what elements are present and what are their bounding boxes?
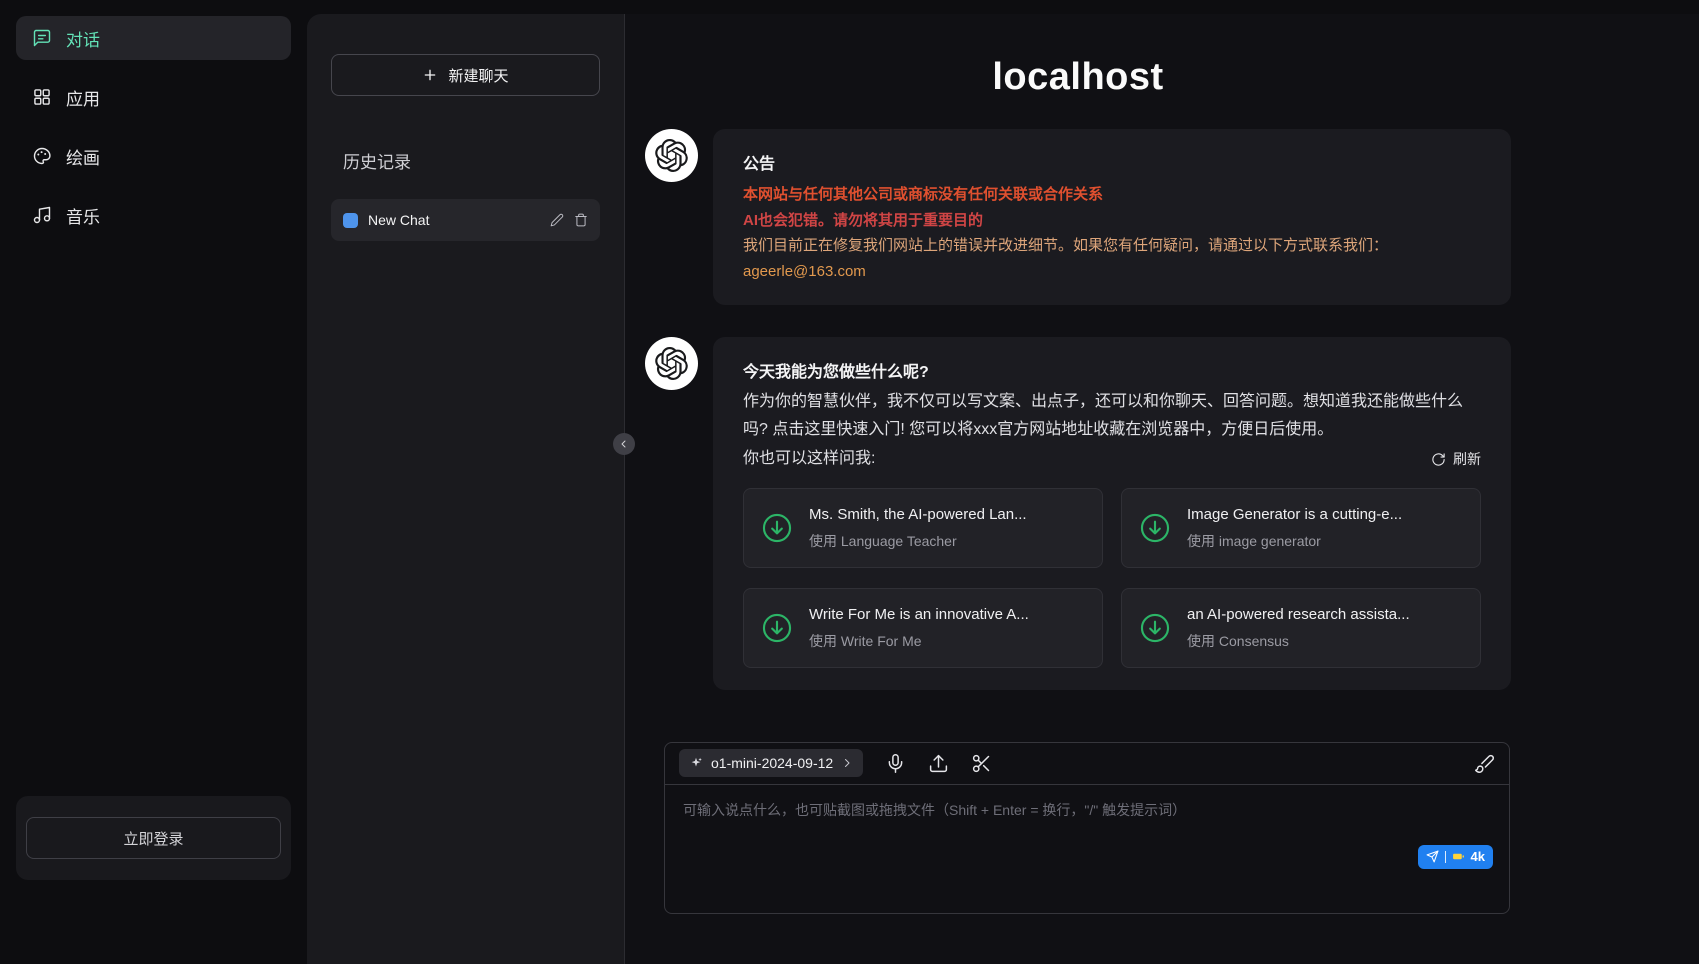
chat-item-title: New Chat bbox=[368, 212, 429, 228]
upload-icon bbox=[928, 753, 949, 774]
openai-logo-icon bbox=[655, 347, 688, 380]
assistant-avatar bbox=[645, 337, 698, 390]
composer: o1-mini-2024-09-12 bbox=[664, 742, 1510, 914]
sidebar-item-apps[interactable]: 应用 bbox=[16, 75, 291, 119]
palette-icon bbox=[32, 146, 52, 166]
composer-toolbar: o1-mini-2024-09-12 bbox=[665, 743, 1509, 785]
send-token-badge[interactable]: 4k bbox=[1418, 845, 1493, 869]
announcement-title: 公告 bbox=[743, 151, 1481, 180]
music-note-icon bbox=[32, 205, 52, 225]
arrow-down-circle-icon bbox=[1138, 511, 1172, 545]
collapse-panel-button[interactable] bbox=[613, 433, 635, 455]
suggestion-card[interactable]: an AI-powered research assista... 使用 Con… bbox=[1121, 588, 1481, 668]
sparkle-icon bbox=[689, 756, 703, 770]
assistant-avatar bbox=[645, 129, 698, 182]
refresh-label: 刷新 bbox=[1453, 447, 1481, 472]
suggestion-card[interactable]: Image Generator is a cutting-e... 使用 ima… bbox=[1121, 488, 1481, 568]
suggestion-card[interactable]: Write For Me is an innovative A... 使用 Wr… bbox=[743, 588, 1103, 668]
delete-icon[interactable] bbox=[574, 213, 588, 227]
model-label: o1-mini-2024-09-12 bbox=[711, 755, 833, 771]
send-icon bbox=[1426, 850, 1439, 863]
openai-logo-icon bbox=[655, 139, 688, 172]
model-selector[interactable]: o1-mini-2024-09-12 bbox=[679, 749, 863, 777]
welcome-body: 作为你的智慧伙伴，我不仅可以写文案、出点子，还可以和你聊天、回答问题。想知道我还… bbox=[743, 388, 1481, 446]
message-announcement: 公告 本网站与任何其他公司或商标没有任何关联或合作关系 AI也会犯错。请勿将其用… bbox=[645, 129, 1511, 305]
suggestion-subtitle: 使用 Write For Me bbox=[809, 632, 1029, 651]
announcement-email[interactable]: ageerle@163.com bbox=[743, 261, 1481, 283]
chat-list-panel: 新建聊天 历史记录 New Chat bbox=[307, 14, 625, 964]
welcome-bubble: 今天我能为您做些什么呢? 作为你的智慧伙伴，我不仅可以写文案、出点子，还可以和你… bbox=[713, 337, 1511, 690]
suggestion-title: Write For Me is an innovative A... bbox=[809, 605, 1029, 625]
welcome-title: 今天我能为您做些什么呢? bbox=[743, 359, 1481, 388]
sidebar-item-label: 音乐 bbox=[66, 203, 100, 228]
sidebar-item-label: 应用 bbox=[66, 85, 100, 110]
sidebar-item-music[interactable]: 音乐 bbox=[16, 193, 291, 237]
microphone-icon bbox=[885, 753, 906, 774]
message-input[interactable] bbox=[665, 785, 1509, 913]
announcement-line: 我们目前正在修复我们网站上的错误并改进细节。如果您有任何疑问，请通过以下方式联系… bbox=[743, 235, 1481, 257]
suggestion-title: an AI-powered research assista... bbox=[1187, 605, 1410, 625]
sidebar-footer: 立即登录 bbox=[16, 796, 291, 880]
chevron-right-icon bbox=[841, 757, 853, 769]
plus-icon bbox=[422, 67, 438, 83]
sidebar-item-chat[interactable]: 对话 bbox=[16, 16, 291, 60]
suggestion-title: Ms. Smith, the AI-powered Lan... bbox=[809, 505, 1027, 525]
badge-divider bbox=[1445, 851, 1446, 863]
suggestion-subtitle: 使用 Consensus bbox=[1187, 632, 1410, 651]
sidebar-item-label: 对话 bbox=[66, 26, 100, 51]
chat-list-item[interactable]: New Chat bbox=[331, 199, 600, 241]
history-label: 历史记录 bbox=[343, 148, 600, 173]
screenshot-button[interactable] bbox=[971, 753, 992, 774]
sidebar-item-drawing[interactable]: 绘画 bbox=[16, 134, 291, 178]
suggestion-title: Image Generator is a cutting-e... bbox=[1187, 505, 1402, 525]
main-chat-area: localhost 公告 本网站与任何其他公司或商标没有任何关联或合作关系 AI… bbox=[625, 14, 1699, 964]
chevron-left-icon bbox=[618, 438, 630, 450]
battery-icon bbox=[1452, 850, 1465, 863]
chat-item-icon bbox=[343, 213, 358, 228]
refresh-icon bbox=[1431, 452, 1446, 467]
new-chat-button[interactable]: 新建聊天 bbox=[331, 54, 600, 96]
token-count: 4k bbox=[1471, 849, 1485, 864]
announcement-line: AI也会犯错。请勿将其用于重要目的 bbox=[743, 210, 1481, 232]
announcement-bubble: 公告 本网站与任何其他公司或商标没有任何关联或合作关系 AI也会犯错。请勿将其用… bbox=[713, 129, 1511, 305]
scissors-icon bbox=[971, 753, 992, 774]
sidebar: 对话 应用 绘画 音乐 立即登录 bbox=[0, 0, 307, 964]
app-root: 对话 应用 绘画 音乐 立即登录 bbox=[0, 0, 1699, 964]
chat-bubble-icon bbox=[32, 28, 52, 48]
workspace: 新建聊天 历史记录 New Chat bbox=[307, 14, 1699, 964]
broom-icon bbox=[1474, 753, 1495, 774]
arrow-down-circle-icon bbox=[760, 511, 794, 545]
refresh-button[interactable]: 刷新 bbox=[1431, 447, 1481, 472]
sidebar-item-label: 绘画 bbox=[66, 144, 100, 169]
suggestion-card[interactable]: Ms. Smith, the AI-powered Lan... 使用 Lang… bbox=[743, 488, 1103, 568]
suggestion-grid: Ms. Smith, the AI-powered Lan... 使用 Lang… bbox=[743, 488, 1481, 668]
edit-icon[interactable] bbox=[550, 213, 564, 227]
microphone-button[interactable] bbox=[885, 753, 906, 774]
clear-context-button[interactable] bbox=[1474, 753, 1495, 774]
suggestion-subtitle: 使用 image generator bbox=[1187, 532, 1402, 551]
upload-button[interactable] bbox=[928, 753, 949, 774]
message-welcome: 今天我能为您做些什么呢? 作为你的智慧伙伴，我不仅可以写文案、出点子，还可以和你… bbox=[645, 337, 1511, 690]
announcement-line: 本网站与任何其他公司或商标没有任何关联或合作关系 bbox=[743, 184, 1481, 206]
page-title: localhost bbox=[645, 56, 1511, 99]
arrow-down-circle-icon bbox=[1138, 611, 1172, 645]
apps-grid-icon bbox=[32, 87, 52, 107]
suggestion-subtitle: 使用 Language Teacher bbox=[809, 532, 1027, 551]
login-button[interactable]: 立即登录 bbox=[26, 817, 281, 859]
ask-hint: 你也可以这样问我: bbox=[743, 445, 875, 474]
composer-body: 4k bbox=[665, 785, 1509, 913]
new-chat-label: 新建聊天 bbox=[448, 65, 508, 86]
arrow-down-circle-icon bbox=[760, 611, 794, 645]
